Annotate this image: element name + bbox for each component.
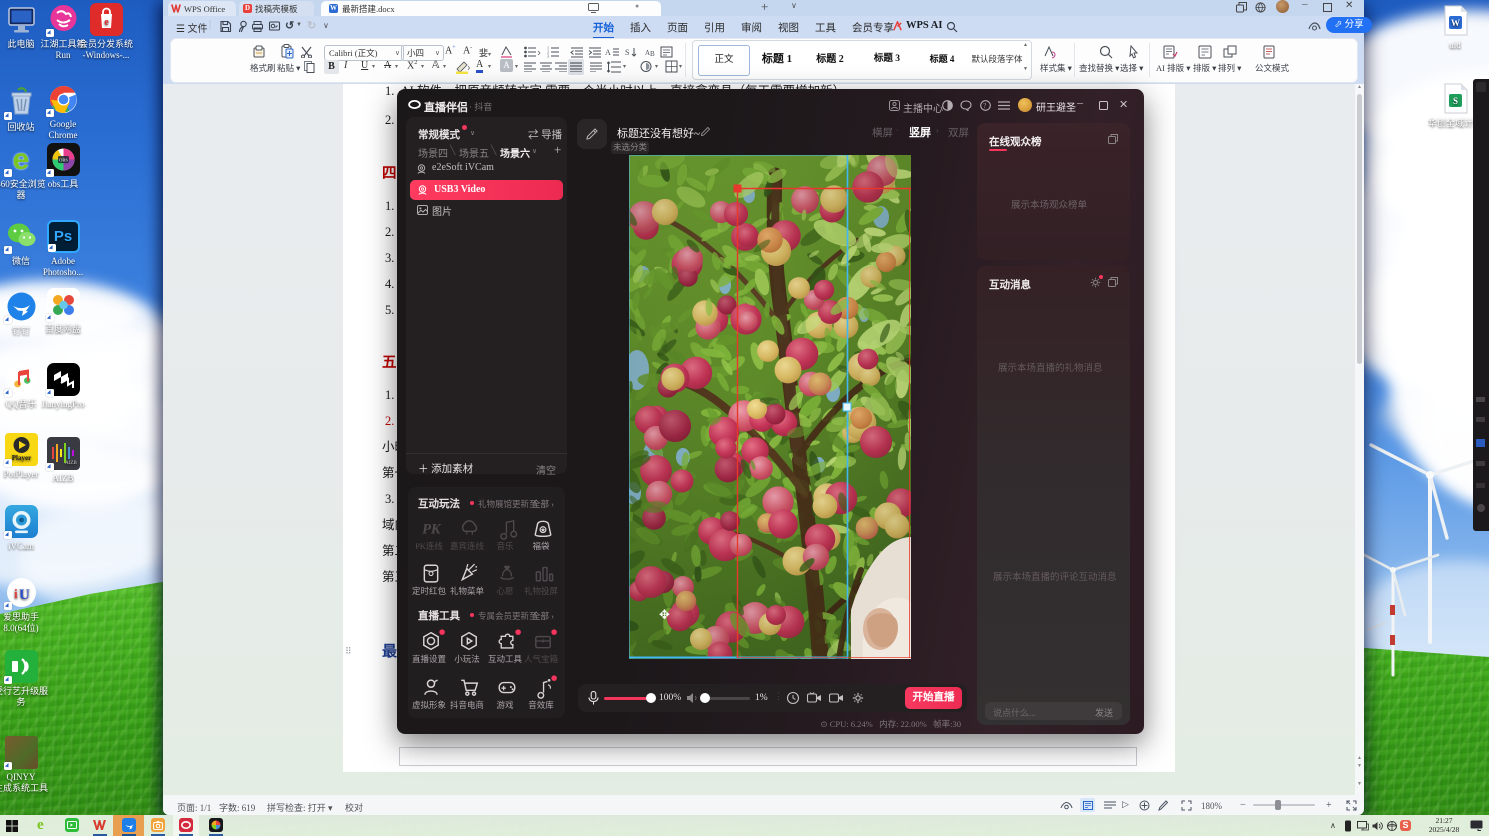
svg-text:?: ? (983, 102, 986, 110)
svg-text:AIZB: AIZB (65, 461, 77, 466)
svg-text:U: U (19, 587, 30, 603)
svg-text:S: S (625, 48, 629, 57)
svg-text:PK: PK (422, 522, 442, 538)
svg-text:A: A (605, 48, 611, 57)
svg-text:i: i (14, 586, 18, 601)
svg-text:OBS: OBS (59, 158, 68, 163)
svg-text:W: W (1451, 18, 1460, 28)
svg-text:B: B (650, 50, 655, 58)
svg-text:✥: ✥ (659, 607, 670, 622)
svg-text:3: 3 (547, 54, 549, 59)
svg-text:S: S (1452, 96, 1457, 106)
svg-text:e: e (104, 17, 109, 28)
